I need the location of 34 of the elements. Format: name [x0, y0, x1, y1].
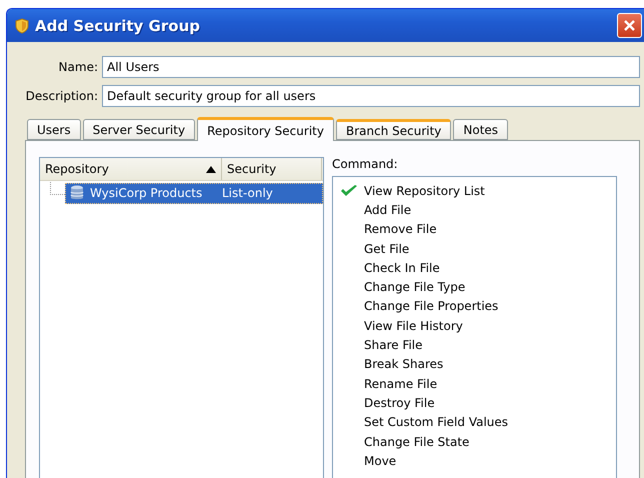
window-title: Add Security Group — [35, 16, 201, 34]
tab[interactable]: Branch Security — [336, 119, 452, 140]
command-item[interactable]: Break Shares — [339, 354, 446, 374]
command-item[interactable]: View File History — [339, 316, 465, 336]
tab[interactable]: Repository Security — [197, 117, 334, 141]
command-item[interactable]: Remove File — [339, 220, 439, 239]
tab[interactable]: Users — [27, 119, 81, 140]
command-item[interactable]: Get File — [339, 238, 412, 258]
command-item[interactable]: Set Custom Field Values — [339, 412, 510, 432]
command-label: Command: — [332, 157, 399, 171]
field-label: Name: — [58, 60, 99, 74]
tab[interactable]: Notes — [453, 119, 508, 140]
command-item[interactable]: Change File Properties — [339, 296, 500, 316]
command-item[interactable]: View Repository List — [339, 181, 487, 200]
shield-icon — [15, 18, 29, 34]
text-field[interactable]: Default security group for all users — [102, 85, 640, 107]
command-item[interactable]: Move — [339, 451, 398, 470]
column-header[interactable]: Security — [222, 158, 322, 180]
command-item[interactable]: Destroy File — [339, 393, 437, 413]
close-icon — [623, 19, 636, 32]
command-item[interactable]: Change File State — [339, 432, 472, 452]
tree-row[interactable]: WysiCorp Products List-only — [65, 182, 323, 204]
field-label: Description: — [24, 89, 99, 103]
database-icon — [70, 185, 84, 201]
close-button[interactable] — [617, 13, 642, 38]
command-item[interactable]: Check In File — [339, 258, 442, 278]
command-item[interactable]: Share File — [339, 335, 425, 355]
check-icon — [340, 184, 358, 198]
text-field[interactable]: All Users — [102, 56, 640, 78]
tab[interactable]: Server Security — [82, 119, 196, 140]
column-header[interactable]: Repository — [40, 158, 222, 180]
command-item[interactable]: Rename File — [339, 374, 440, 394]
command-item[interactable]: Add File — [339, 200, 414, 220]
command-item[interactable]: Change File Type — [339, 277, 468, 297]
